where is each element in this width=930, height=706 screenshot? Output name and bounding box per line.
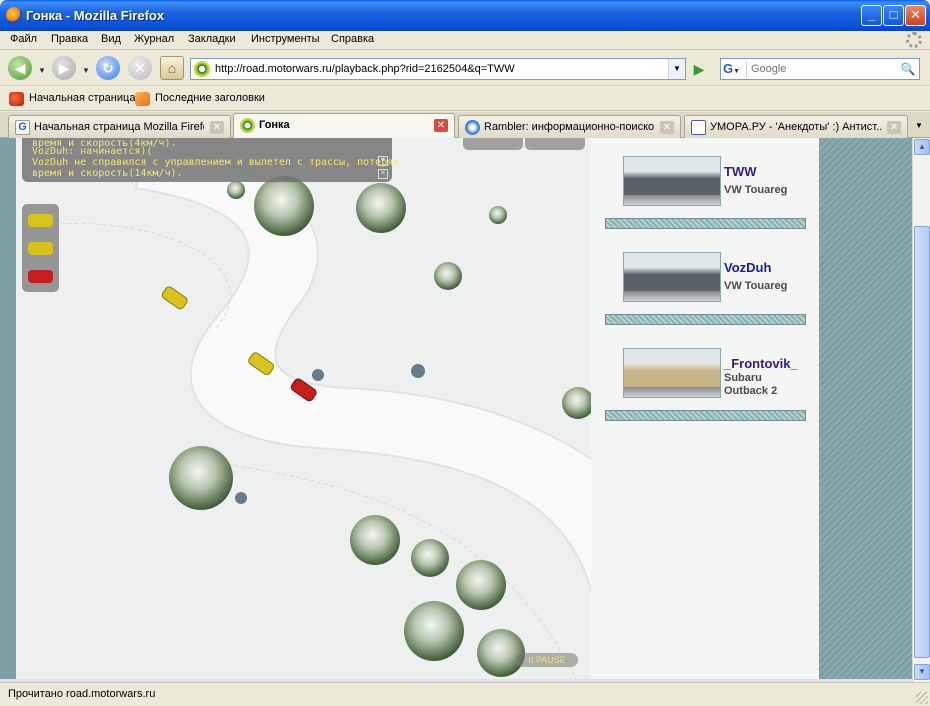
hud-indicator <box>525 138 585 150</box>
tab-list-dropdown[interactable]: ▼ <box>911 116 927 136</box>
race-playback-area[interactable]: время и скорость(4км/ч). VozDuh: начинае… <box>16 138 591 679</box>
car-photo <box>623 348 721 398</box>
player-name[interactable]: TWW <box>724 164 756 179</box>
spectator-marker <box>312 369 324 381</box>
maximize-button[interactable]: □ <box>883 5 904 26</box>
tab-close-button[interactable]: ✕ <box>434 119 448 132</box>
navigation-toolbar: ◀ ▼ ▶ ▼ ↻ ✕ ⌂ http://road.motorwars.ru/p… <box>0 51 930 86</box>
stop-button[interactable]: ✕ <box>128 56 152 80</box>
back-history-dropdown[interactable]: ▼ <box>38 66 46 75</box>
bookmarks-toolbar: Начальная страница Последние заголовки <box>0 87 930 111</box>
throbber-icon <box>906 32 922 48</box>
tab-rambler[interactable]: Rambler: информационно-поиско... ✕ <box>458 115 681 138</box>
player-card-tww: TWW VW Touareg <box>623 156 805 208</box>
address-bar[interactable]: http://road.motorwars.ru/playback.php?ri… <box>190 58 686 80</box>
tab-race[interactable]: Гонка ✕ <box>233 113 455 138</box>
scroll-up-button[interactable]: ▲ <box>914 139 930 155</box>
arrow-right-icon: ▶ <box>58 60 70 76</box>
status-text: Прочитано road.motorwars.ru <box>8 688 156 700</box>
chat-line: время и скорость(14км/ч). <box>32 168 183 179</box>
google-icon: G <box>15 120 30 135</box>
pause-button[interactable]: II PAUSE <box>516 653 578 667</box>
player-car-model: VW Touareg <box>724 280 788 292</box>
forward-button[interactable]: ▶ <box>52 56 76 80</box>
chat-line: VozDuh: начинается)( <box>32 146 153 157</box>
player-list: TWW VW Touareg VozDuh VW Touareg _Fronto… <box>591 138 819 679</box>
menu-view[interactable]: Вид <box>101 33 121 45</box>
ie-page-icon <box>465 120 480 135</box>
status-bar: Прочитано road.motorwars.ru <box>0 682 930 706</box>
minimize-button[interactable]: _ <box>861 5 882 26</box>
legend-car-icon <box>28 270 53 283</box>
legend-car-icon <box>28 242 53 255</box>
home-icon: ⌂ <box>167 60 177 76</box>
car-photo <box>623 252 721 302</box>
race-track <box>16 138 591 679</box>
stop-icon: ✕ <box>134 60 146 76</box>
back-button[interactable]: ◀ <box>8 56 32 80</box>
scroll-down-button[interactable]: ▼ <box>914 664 930 680</box>
player-name[interactable]: _Frontovik_ <box>724 356 798 371</box>
bookmark-start-page[interactable]: Начальная страница <box>9 92 135 106</box>
race-chat-log: время и скорость(4км/ч). VozDuh: начинае… <box>22 138 399 182</box>
site-favicon-icon <box>194 61 210 77</box>
tab-bar: G Начальная страница Mozilla Firefox ✕ Г… <box>0 112 930 138</box>
player-progress-bar <box>605 410 806 421</box>
tab-umora[interactable]: УМОРА.РУ - 'Анекдоты' :) Антист... ✕ <box>684 115 908 138</box>
search-engine-google-icon[interactable]: G▼ <box>723 61 747 77</box>
firefox-bookmark-icon <box>9 92 24 106</box>
search-input[interactable] <box>751 61 893 77</box>
page-content: время и скорость(4км/ч). VozDuh: начинае… <box>0 138 912 682</box>
search-bar[interactable]: G▼ 🔍 <box>720 58 920 80</box>
spectator-marker <box>235 492 247 504</box>
tab-firefox-start[interactable]: G Начальная страница Mozilla Firefox ✕ <box>8 115 231 138</box>
search-magnifier-icon[interactable]: 🔍 <box>899 60 917 78</box>
url-history-dropdown[interactable]: ▼ <box>668 59 685 79</box>
legend-car-icon <box>28 214 53 227</box>
arrow-left-icon: ◀ <box>14 60 26 76</box>
chat-expand-button[interactable]: ▼ <box>378 156 388 166</box>
menu-edit[interactable]: Правка <box>51 33 88 45</box>
rss-icon <box>135 92 150 106</box>
car-legend <box>22 204 59 292</box>
home-button[interactable]: ⌂ <box>160 56 184 80</box>
player-card-frontovik: _Frontovik_ Subaru Outback 2 <box>623 348 805 400</box>
player-name[interactable]: VozDuh <box>724 260 771 275</box>
menu-file[interactable]: Файл <box>10 33 37 45</box>
motorwars-icon <box>240 118 255 133</box>
menu-history[interactable]: Журнал <box>134 33 174 45</box>
go-button[interactable]: ▶ <box>690 60 708 78</box>
player-progress-bar <box>605 218 806 229</box>
window-title: Гонка - Mozilla Firefox <box>26 8 165 23</box>
document-icon <box>691 120 706 135</box>
spectator-marker <box>411 364 425 378</box>
tab-close-button[interactable]: ✕ <box>210 121 224 134</box>
tab-close-button[interactable]: ✕ <box>660 121 674 134</box>
player-progress-bar <box>605 314 806 325</box>
page-background-pattern <box>819 138 912 679</box>
menu-bar: Файл Правка Вид Журнал Закладки Инструме… <box>0 31 930 50</box>
car-photo <box>623 156 721 206</box>
player-car-model: Subaru Outback 2 <box>724 372 778 397</box>
resize-grip-icon[interactable] <box>916 692 928 704</box>
menu-bookmarks[interactable]: Закладки <box>188 33 236 45</box>
menu-help[interactable]: Справка <box>331 33 374 45</box>
title-bar: Гонка - Mozilla Firefox _ □ ✕ <box>0 0 930 31</box>
close-button[interactable]: ✕ <box>905 5 926 26</box>
player-car-model: VW Touareg <box>724 184 788 196</box>
player-card-vozduh: VozDuh VW Touareg <box>623 252 805 304</box>
menu-tools[interactable]: Инструменты <box>251 33 320 45</box>
url-text[interactable]: http://road.motorwars.ru/playback.php?ri… <box>215 63 515 75</box>
vertical-scrollbar[interactable]: ▲ ▼ <box>912 138 930 682</box>
bookmark-latest-headlines[interactable]: Последние заголовки <box>135 92 265 106</box>
scroll-thumb[interactable] <box>914 226 930 658</box>
firefox-icon <box>6 7 22 23</box>
chat-line: VozDuh не справился с управлением и выле… <box>32 157 400 168</box>
reload-button[interactable]: ↻ <box>96 56 120 80</box>
reload-icon: ↻ <box>102 60 114 76</box>
chat-close-button[interactable]: ✕ <box>378 169 388 179</box>
forward-history-dropdown[interactable]: ▼ <box>82 66 90 75</box>
hud-indicator <box>463 138 523 150</box>
tab-close-button[interactable]: ✕ <box>887 121 901 134</box>
